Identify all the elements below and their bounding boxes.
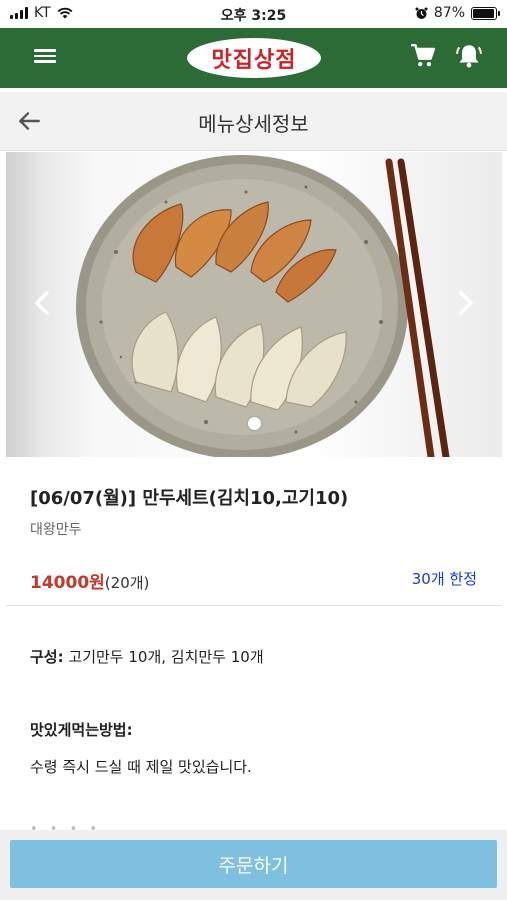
divider — [6, 605, 502, 606]
howto-value: 수령 즉시 드실 때 제일 맛있습니다. — [30, 758, 252, 776]
page-header: 메뉴상세정보 — [0, 92, 507, 151]
product-price: 14000원(20개) — [30, 568, 149, 593]
limit-badge: 30개 한정 — [411, 570, 477, 588]
app-bar: 맛집상점 — [0, 28, 507, 88]
alarm-icon — [415, 7, 428, 19]
price-quantity: (20개) — [104, 574, 150, 592]
chevron-left-icon[interactable] — [32, 290, 52, 316]
hamburger-icon[interactable] — [34, 46, 56, 68]
page-title: 메뉴상세정보 — [198, 112, 309, 136]
product-image-carousel[interactable] — [6, 152, 502, 457]
price-amount: 14000원 — [30, 573, 105, 593]
carousel-indicator-dot[interactable] — [248, 417, 261, 430]
composition-row: 구성: 고기만두 10개, 김치만두 10개 — [30, 646, 264, 667]
howto-label: 맛있게먹는방법: — [30, 721, 133, 739]
logo-text: 맛집상점 — [211, 48, 297, 73]
dumplings-plate-photo — [76, 155, 450, 457]
product-name: [06/07(월)] 만두세트(김치10,고기10) — [30, 488, 349, 509]
order-bar: 주문하기 — [0, 830, 507, 900]
logo[interactable]: 맛집상점 — [187, 38, 321, 78]
status-bar: KT 오후 3:25 87% — [0, 0, 507, 28]
chevron-right-icon[interactable] — [456, 290, 476, 316]
order-button[interactable]: 주문하기 — [10, 840, 497, 888]
composition-value: 고기만두 10개, 김치만두 10개 — [68, 648, 264, 666]
composition-label: 구성: — [30, 648, 64, 666]
battery-icon — [471, 6, 500, 20]
bell-icon[interactable] — [455, 43, 483, 69]
battery-percent: 87% — [433, 5, 465, 21]
status-right: 87% — [415, 5, 500, 21]
product-vendor: 대왕만두 — [30, 522, 82, 538]
cart-icon[interactable] — [410, 43, 436, 69]
